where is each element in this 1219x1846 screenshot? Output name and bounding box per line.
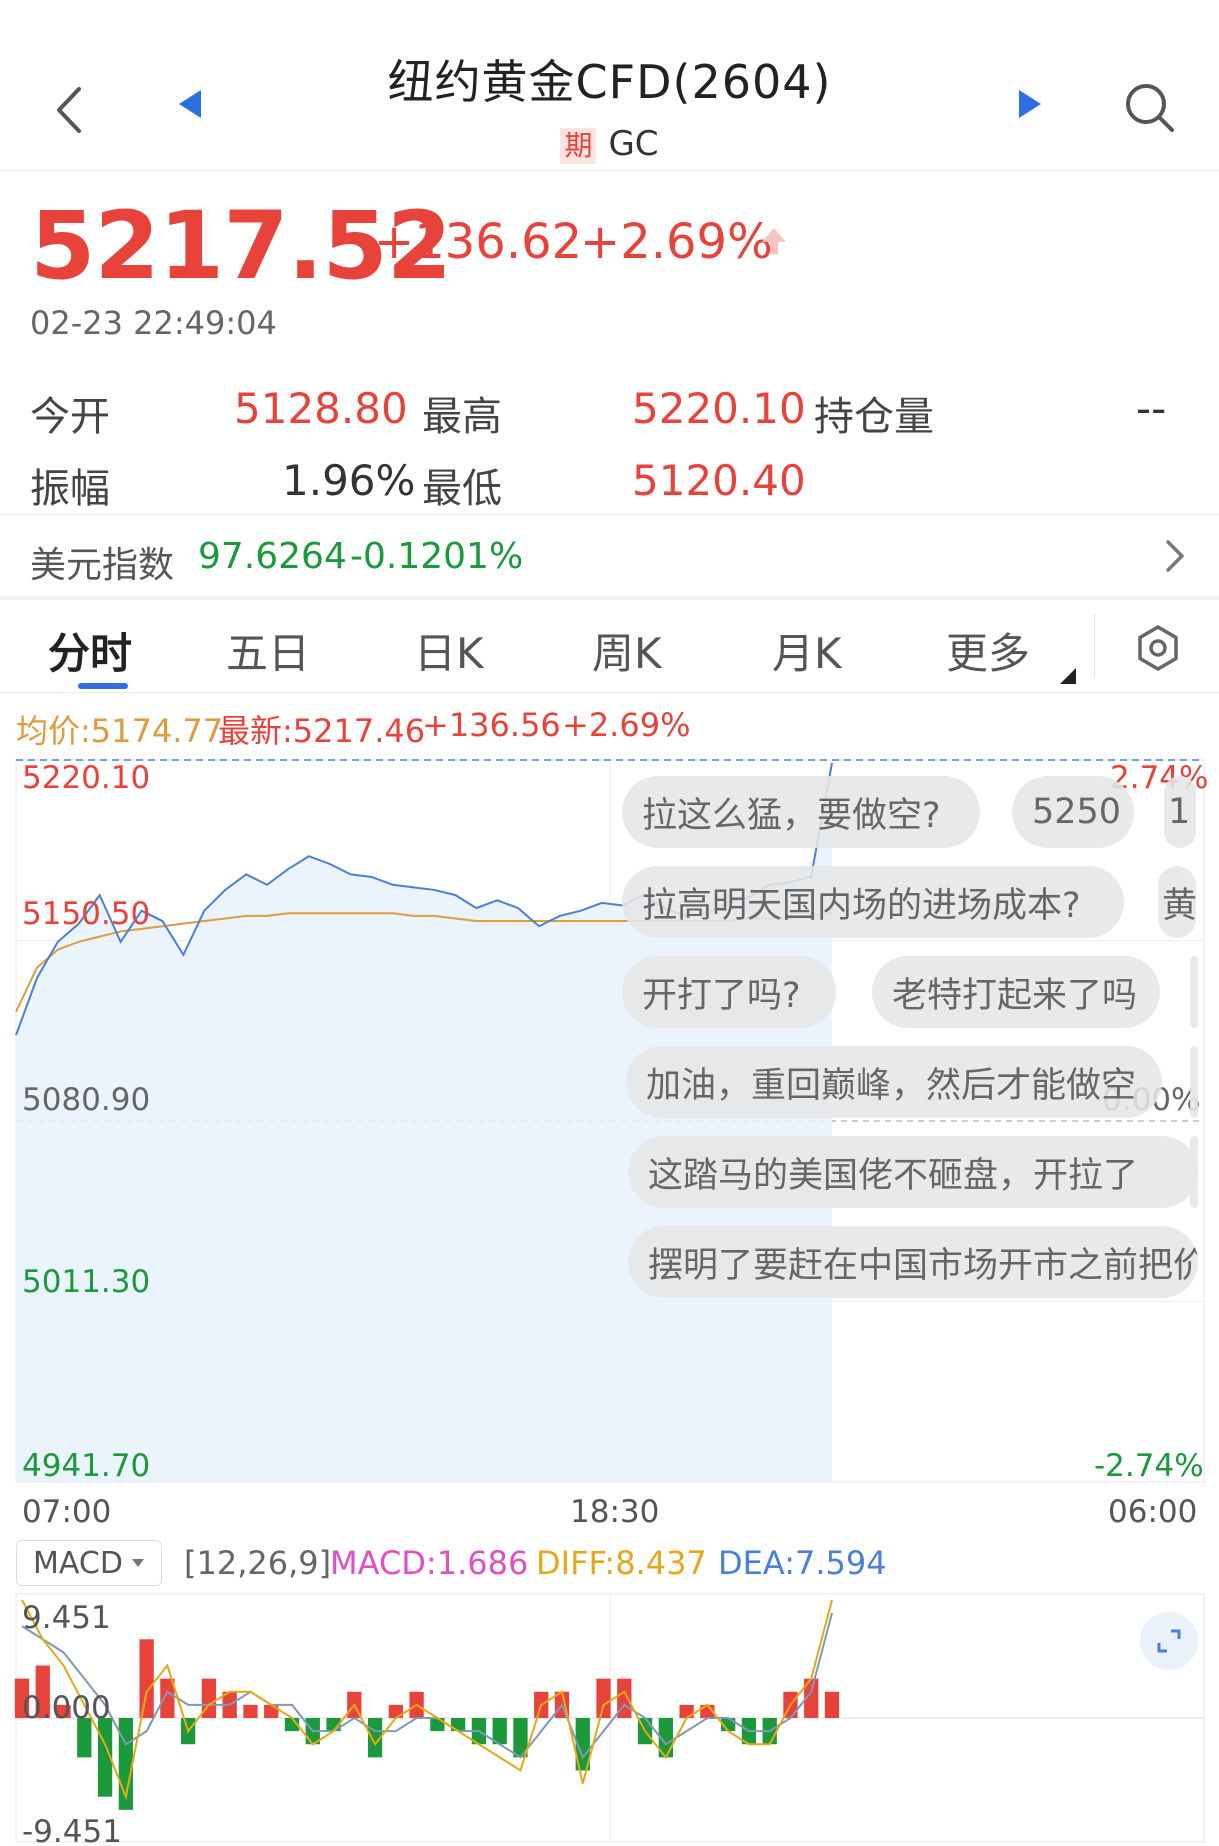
tab-five-day[interactable]: 五日 [226,620,310,681]
indicator-selector[interactable]: MACD [16,1540,162,1586]
comment-bubble[interactable]: 5250 [1012,776,1134,848]
y-label-top: 5220.10 [22,760,151,796]
macd-y-bottom: -9.451 [22,1814,122,1846]
high-label: 最高 [422,394,502,440]
expand-button[interactable] [1140,1612,1198,1670]
low-label: 最低 [422,466,502,512]
active-tab-indicator [78,683,128,689]
header-divider [0,170,1219,171]
dollar-index-row[interactable]: 美元指数 97.6264 -0.1201% [0,516,1219,596]
latest-price-legend: 最新:5217.46 [218,712,426,750]
high-value: 5220.10 [632,384,806,433]
macd-histogram-bar [679,1704,694,1718]
macd-value: MACD:1.686 [330,1544,529,1582]
comment-bubble[interactable]: 摆明了要赶在中国市场开市之前把价 [628,1226,1198,1298]
avg-price-legend: 均价:5174.77 [16,712,224,750]
amplitude-label: 振幅 [30,466,110,512]
comment-bubble[interactable]: 1 [1164,776,1196,848]
macd-histogram-bar [596,1678,611,1718]
amplitude-value: 1.96% [282,456,416,505]
open-label: 今开 [30,394,110,440]
macd-histogram-bar [451,1718,466,1732]
triangle-right-icon [1019,90,1041,118]
y-label-lower: 5011.30 [22,1264,151,1300]
chart-settings-button[interactable] [1128,618,1188,678]
tab-daily-k[interactable]: 日K [414,620,484,681]
dollar-index-change: -0.1201% [350,536,524,577]
x-label-end: 06:00 [1108,1494,1198,1530]
macd-histogram-bar [388,1704,403,1718]
tab-monthly-k[interactable]: 月K [772,620,842,681]
contract-code: 期 GC [0,124,1219,164]
diff-value: DIFF:8.437 [536,1544,707,1582]
comment-bubble[interactable]: 拉高明天国内场的进场成本? [622,866,1124,938]
dollar-index-label: 美元指数 [30,545,175,586]
macd-params: [12,26,9] [184,1544,332,1582]
open-interest-value: -- [1136,384,1167,433]
y-label-bottom: 4941.70 [22,1448,151,1484]
tab-more[interactable]: 更多 [946,620,1030,681]
dropdown-corner-icon [1060,668,1076,684]
settings-hexagon-icon [1138,625,1178,671]
caret-down-icon [131,1559,144,1567]
tab-separator [1094,614,1095,678]
section-gap [0,596,1219,600]
search-icon [1126,84,1174,132]
low-value: 5120.40 [632,456,806,505]
pct-label-bottom: -2.74% [1094,1448,1204,1484]
y-label-upper: 5150.50 [22,896,151,932]
intraday-chart[interactable] [0,748,1219,1518]
comment-bubble[interactable]: 加油，重回巅峰，然后才能做空 [626,1046,1162,1118]
tab-weekly-k[interactable]: 周K [592,620,662,681]
dea-value: DEA:7.594 [718,1544,887,1582]
dollar-index-value: 97.6264 [198,536,347,577]
next-contract-button[interactable] [1010,84,1050,124]
chevron-right-icon [1166,540,1184,572]
macd-y-top: 9.451 [22,1600,111,1636]
macd-y-mid: 0.000 [22,1690,111,1726]
quote-timestamp: 02-23 22:49:04 [30,304,277,342]
comment-bubble[interactable]: 老特打起来了吗 [872,956,1160,1028]
macd-histogram-bar [243,1704,258,1718]
symbol-code: GC [608,124,659,164]
comment-bubble[interactable]: 黄 [1158,866,1196,938]
expand-icon [1157,1629,1181,1653]
search-button[interactable] [1118,76,1182,140]
macd-histogram-bar [264,1704,279,1718]
tab-intraday[interactable]: 分时 [48,620,132,681]
comment-bubble[interactable] [1190,1046,1198,1118]
y-label-mid: 5080.90 [22,1082,151,1118]
comment-bubble[interactable]: 拉这么猛，要做空? [622,776,980,848]
tabs-divider [0,692,1219,693]
x-label-start: 07:00 [22,1494,112,1530]
comment-bubble[interactable] [1190,1136,1198,1208]
comment-bubble[interactable] [1190,956,1198,1028]
stats-divider [0,514,1219,515]
open-interest-label: 持仓量 [814,394,934,440]
price-change: +136.62 [374,214,583,270]
x-label-mid: 18:30 [570,1494,660,1530]
comment-bubble[interactable]: 这踏马的美国佬不砸盘，开拉了 [628,1136,1198,1208]
macd-histogram-bar [430,1718,445,1732]
comment-bubble[interactable]: 开打了吗? [622,956,836,1028]
macd-histogram-bar [824,1691,840,1718]
legend-change-pct: +2.69% [562,706,691,744]
macd-chart[interactable] [0,1590,1219,1846]
macd-histogram-bar [139,1639,154,1718]
up-arrow-icon [760,226,788,260]
open-value: 5128.80 [234,384,408,433]
legend-change: +136.56 [422,706,561,744]
price-change-pct: +2.69% [580,214,773,270]
futures-badge: 期 [560,127,597,164]
indicator-selector-label: MACD [33,1545,123,1581]
